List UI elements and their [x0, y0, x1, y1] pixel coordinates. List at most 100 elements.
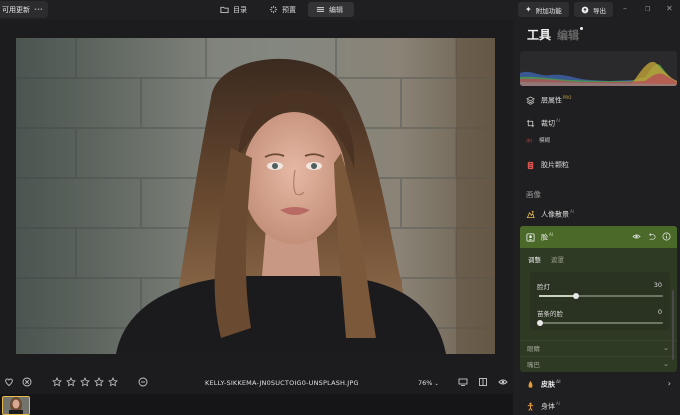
tool-label: 胶片颗粒	[541, 161, 569, 169]
more-icon: •••	[34, 6, 43, 13]
reset-icon[interactable]	[647, 232, 656, 241]
slider-handle[interactable]	[537, 320, 543, 326]
slider-value-slim-face[interactable]: 0	[658, 308, 662, 316]
tab-catalog[interactable]: 目录	[212, 2, 255, 17]
visibility-eye-icon[interactable]	[632, 232, 641, 241]
sparkle-icon: ✦	[525, 5, 532, 14]
tab-edit[interactable]: 编辑	[308, 2, 354, 17]
tool-portrait-bokeh[interactable]: 人像散景AI	[520, 204, 677, 224]
export-icon	[581, 6, 589, 13]
star-icon[interactable]	[80, 377, 90, 387]
compare-icon[interactable]	[478, 377, 488, 387]
thumbnail-image	[3, 397, 29, 414]
canvas-area	[0, 20, 513, 370]
maximize-icon[interactable]: ❐	[645, 6, 650, 13]
tab-adjust[interactable]: 调整	[528, 254, 541, 264]
before-after-icon[interactable]	[458, 377, 468, 387]
tab-edit-label: 编辑	[329, 5, 343, 14]
ai-badge: AI	[549, 231, 553, 237]
image-filename: KELLY-SIKKEMA-JN0SUCTOIG0-UNSPLASH.JPG	[205, 379, 359, 387]
layers-icon	[526, 95, 535, 105]
filmstrip	[0, 394, 513, 415]
tab-mask[interactable]: 遮罩	[551, 254, 564, 264]
face-section-eyes[interactable]: 眼睛 ⌄	[520, 340, 677, 354]
bokeh-icon	[526, 210, 535, 218]
face-section-mouth[interactable]: 嘴巴 ⌄	[520, 356, 677, 370]
section-heading-portrait: 画像	[526, 190, 541, 199]
reject-icon[interactable]	[22, 377, 32, 387]
slider-handle[interactable]	[573, 293, 579, 299]
update-available-button[interactable]: 可用更新 •••	[0, 1, 48, 18]
info-icon[interactable]	[662, 232, 671, 241]
chevron-right-icon: ›	[667, 379, 671, 388]
zoom-value: 76%	[418, 379, 433, 387]
tool-layer-properties[interactable]: 层属性PRO	[520, 90, 677, 110]
tool-crop[interactable]: 裁切AI	[520, 113, 677, 133]
panel-title-edits[interactable]: 编辑	[557, 27, 583, 43]
face-tool-header[interactable]: 脸AI	[520, 226, 677, 248]
tab-presets-label: 预置	[282, 5, 296, 14]
slider-slim-face[interactable]	[537, 320, 663, 326]
face-tabs: 调整 遮罩	[528, 254, 564, 264]
export-button[interactable]: 导出	[574, 2, 613, 17]
slider-face-light[interactable]	[539, 293, 663, 299]
portrait-photo[interactable]	[16, 38, 495, 354]
crop-icon	[526, 119, 535, 127]
film-grain-icon	[527, 161, 534, 169]
skin-icon	[528, 380, 533, 388]
star-icon[interactable]	[52, 377, 62, 387]
face-icon	[526, 232, 535, 242]
photo-illustration	[16, 38, 495, 354]
clear-rating-icon[interactable]	[138, 377, 148, 387]
filmstrip-thumbnail[interactable]	[2, 396, 30, 415]
minimize-icon[interactable]: –	[623, 4, 627, 13]
edits-indicator-dot	[580, 27, 583, 30]
export-label: 导出	[593, 6, 606, 15]
star-icon[interactable]	[108, 377, 118, 387]
tool-label: 层属性	[541, 96, 562, 105]
tool-label: 人像散景	[541, 210, 569, 219]
zoom-dropdown[interactable]: 76% ⌄	[418, 379, 439, 387]
close-icon[interactable]: ✕	[666, 4, 673, 13]
slider-value-face-light[interactable]: 30	[654, 281, 662, 289]
presets-icon	[269, 5, 278, 14]
ai-badge: AI	[570, 208, 574, 214]
tool-skin[interactable]: 皮肤AI ›	[520, 374, 677, 394]
tab-catalog-label: 目录	[233, 5, 247, 14]
blur-icon	[526, 138, 533, 142]
update-label: 可用更新	[2, 5, 30, 14]
tool-label: 裁切	[541, 119, 555, 128]
preview-eye-icon[interactable]	[498, 377, 508, 387]
tool-label: 皮肤	[541, 380, 555, 389]
section-label-mouth: 嘴巴	[527, 360, 540, 369]
histogram-graph	[520, 61, 677, 86]
chevron-down-icon: ⌄	[434, 381, 439, 387]
heart-icon[interactable]	[4, 377, 14, 387]
panel-title-edits-label: 编辑	[557, 29, 579, 42]
star-icon[interactable]	[66, 377, 76, 387]
tool-blur[interactable]: 模糊	[520, 133, 677, 147]
pro-badge: PRO	[563, 94, 572, 100]
ai-badge: AI	[556, 400, 560, 406]
folder-icon	[220, 6, 229, 14]
section-label-eyes: 眼睛	[527, 344, 540, 353]
panel-scrollbar[interactable]	[672, 290, 674, 360]
ai-badge: AI	[556, 117, 560, 123]
slider-fill	[539, 295, 576, 297]
body-icon	[527, 402, 534, 411]
addons-button[interactable]: ✦ 附加功能	[518, 2, 569, 17]
face-tool-label: 脸	[541, 233, 548, 242]
histogram	[520, 51, 677, 86]
ai-badge: AI	[556, 378, 561, 384]
tab-presets[interactable]: 预置	[261, 2, 304, 17]
star-icon[interactable]	[94, 377, 104, 387]
panel-title-tools[interactable]: 工具	[527, 26, 551, 43]
chevron-down-icon: ⌄	[663, 344, 669, 352]
tool-label: 身体	[541, 402, 555, 411]
slider-label-slim-face: 苗条的脸	[537, 310, 563, 318]
slider-label-face-light: 脸灯	[537, 283, 550, 291]
sliders-icon	[316, 7, 325, 12]
addons-label: 附加功能	[535, 6, 562, 15]
tool-film-grain[interactable]: 胶片颗粒	[520, 155, 677, 175]
tool-body[interactable]: 身体AI	[520, 396, 677, 415]
